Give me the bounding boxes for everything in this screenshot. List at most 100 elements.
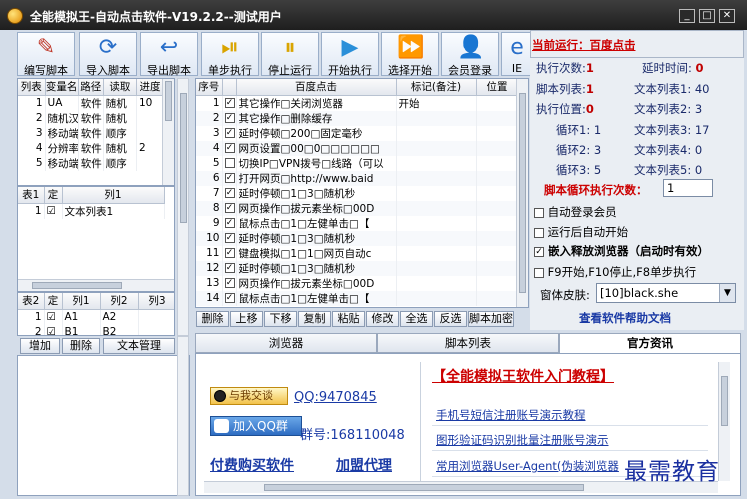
column-header[interactable]: 表2	[18, 293, 45, 310]
script-action-button-5[interactable]: 粘贴	[332, 311, 365, 327]
row-checkbox[interactable]: ✓	[222, 260, 237, 276]
script-action-button-1[interactable]: 删除	[196, 311, 229, 327]
column-header[interactable]: 标记(备注)	[396, 79, 477, 96]
column-header[interactable]: 列3	[138, 293, 174, 310]
join-qq-group-button[interactable]: 加入QQ群	[210, 416, 302, 436]
column-header[interactable]: 序号	[196, 79, 223, 96]
column-header[interactable]	[222, 79, 237, 96]
chevron-down-icon[interactable]: ▼	[719, 284, 735, 302]
column-header[interactable]: 列1	[62, 187, 165, 204]
script-action-button-2[interactable]: 上移	[230, 311, 263, 327]
script-row[interactable]: 6 ✓ 打开网页□http://www.baid	[196, 170, 519, 186]
script-row[interactable]: 14 ✓ 鼠标点击□1□左健单击□【	[196, 290, 519, 306]
list-vertical-scrollbar[interactable]	[162, 79, 174, 185]
toolbar-button-9[interactable]: e IE	[501, 32, 533, 76]
toolbar-button-5[interactable]: ⏸ 停止运行	[261, 32, 319, 77]
auto-start-checkbox[interactable]: 运行后自动开始	[534, 224, 628, 240]
embed-browser-checkbox[interactable]: ✓ 嵌入释放浏览器（启动时有效）	[534, 243, 709, 259]
table-row[interactable]: 2 ☑ B1 B2	[18, 324, 174, 335]
table-row[interactable]: 2随机汉字软件随机	[18, 110, 165, 126]
row-checkbox[interactable]: ✓	[222, 230, 237, 246]
bottom-splitter-scrollbar[interactable]	[177, 336, 189, 496]
script-row[interactable]: 11 ✓ 键盘模拟□1□1□网页自动c	[196, 245, 519, 261]
table-row[interactable]: 1 UA 软件 随机 10	[18, 95, 165, 111]
loop-count-input[interactable]: 1	[663, 179, 713, 197]
toolbar-button-1[interactable]: ✎ 编写脚本	[17, 32, 75, 77]
chat-with-me-button[interactable]: 与我交谈	[210, 387, 288, 405]
join-agent-link[interactable]: 加盟代理	[336, 455, 392, 475]
news-link-3[interactable]: 常用浏览器User-Agent(伪装浏览器	[436, 458, 619, 474]
row-checkbox[interactable]: ✓	[222, 110, 237, 126]
tab-3[interactable]: 官方资讯	[559, 333, 741, 353]
tutorial-headline-link[interactable]: 【全能模拟王软件入门教程】	[432, 366, 614, 386]
toolbar-button-3[interactable]: ↩ 导出脚本	[140, 32, 198, 77]
column-header[interactable]: 读取	[103, 79, 137, 96]
row-checkbox[interactable]	[222, 155, 237, 171]
tab-2[interactable]: 脚本列表	[377, 333, 559, 353]
column-header[interactable]: 位置	[476, 79, 519, 96]
column-header[interactable]: 列2	[100, 293, 139, 310]
skin-select[interactable]: [10]black.she ▼	[596, 283, 736, 303]
column-header[interactable]: 定	[44, 187, 63, 204]
script-row[interactable]: 4 ✓ 网页设置□00□0□□□□□□	[196, 140, 519, 156]
table-row[interactable]: 1 ☑ A1 A2	[18, 309, 174, 324]
row-checkbox[interactable]: ✓	[222, 290, 237, 306]
script-row[interactable]: 7 ✓ 延时停顿□1□3□随机秒	[196, 185, 519, 201]
table-row[interactable]: 4 分辨率 软件 随机 2	[18, 140, 165, 156]
close-icon[interactable]: ✕	[719, 9, 735, 23]
column-header[interactable]: 列表	[18, 79, 46, 96]
script-row[interactable]: 9 ✓ 鼠标点击□1□左健单击□【	[196, 215, 519, 231]
row-checkbox[interactable]: ✓	[222, 245, 237, 261]
left-button-3[interactable]: 文本管理	[103, 338, 175, 354]
table-row[interactable]: 3 移动端 软件 顺序	[18, 125, 165, 141]
minimize-icon[interactable]: _	[679, 9, 695, 23]
toolbar-button-8[interactable]: 👤 会员登录	[441, 32, 499, 77]
column-header[interactable]: 表1	[18, 187, 45, 204]
column-header[interactable]: 百度点击	[236, 79, 397, 96]
script-action-button-8[interactable]: 反选	[434, 311, 467, 327]
column-header[interactable]: 变量名	[45, 79, 79, 96]
script-row[interactable]: 5 切换IP□VPN拨号□线路（可以	[196, 155, 519, 171]
left-button-2[interactable]: 删除	[62, 338, 100, 354]
help-doc-link[interactable]: 查看软件帮助文档	[579, 310, 671, 326]
row-checkbox[interactable]: ✓	[222, 200, 237, 216]
column-header[interactable]: 定	[44, 293, 63, 310]
toolbar-button-7[interactable]: ⏩ 选择开始	[381, 32, 439, 77]
table-row[interactable]: 5 移动端 软件 顺序	[18, 155, 165, 171]
script-action-button-6[interactable]: 修改	[366, 311, 399, 327]
column-header[interactable]: 进度	[136, 79, 165, 96]
toolbar-button-2[interactable]: ⟳ 导入脚本	[79, 32, 137, 77]
script-row[interactable]: 10 ✓ 延时停顿□1□3□随机秒	[196, 230, 519, 246]
table1-horizontal-scrollbar[interactable]	[18, 279, 174, 291]
script-row[interactable]: 12 ✓ 延时停顿□1□3□随机秒	[196, 260, 519, 276]
maximize-icon[interactable]: □	[699, 9, 715, 23]
auto-login-checkbox[interactable]: 自动登录会员	[534, 204, 617, 220]
script-vertical-scrollbar[interactable]	[516, 79, 528, 307]
toolbar-button-6[interactable]: ▶ 开始执行	[321, 32, 379, 77]
tab-1[interactable]: 浏览器	[195, 333, 377, 353]
row-checkbox[interactable]: ✓	[222, 215, 237, 231]
row-checkbox[interactable]: ✓	[222, 185, 237, 201]
script-action-button-9[interactable]: 脚本加密	[468, 311, 514, 327]
toolbar-button-4[interactable]: ⏯ 单步执行	[201, 32, 259, 77]
script-row[interactable]: 13 ✓ 网页操作□拔元素坐标□00D	[196, 275, 519, 291]
log-memo[interactable]	[17, 355, 190, 496]
table-row[interactable]: 1 ☑ 文本列表1	[18, 203, 165, 219]
left-splitter-scrollbar[interactable]	[177, 78, 189, 336]
row-checkbox[interactable]: ✓	[222, 140, 237, 156]
column-header[interactable]: 路径	[78, 79, 104, 96]
row-checkbox[interactable]: ✓	[222, 95, 237, 111]
row-checkbox[interactable]: ✓	[222, 275, 237, 291]
script-action-button-7[interactable]: 全选	[400, 311, 433, 327]
hotkey-checkbox[interactable]: F9开始,F10停止,F8单步执行	[534, 264, 696, 280]
row-checkbox[interactable]: ✓	[222, 125, 237, 141]
script-action-button-4[interactable]: 复制	[298, 311, 331, 327]
row-checkbox[interactable]: ✓	[222, 170, 237, 186]
news-link-2[interactable]: 图形验证码识别批量注册账号演示	[436, 432, 609, 448]
buy-software-link[interactable]: 付费购买软件	[210, 455, 294, 475]
news-link-1[interactable]: 手机号短信注册账号演示教程	[436, 407, 586, 423]
script-row[interactable]: 8 ✓ 网页操作□拔元素坐标□00D	[196, 200, 519, 216]
qq-number-link[interactable]: QQ:9470845	[294, 390, 377, 405]
script-action-button-3[interactable]: 下移	[264, 311, 297, 327]
script-row[interactable]: 3 ✓ 延时停顿□200□固定毫秒	[196, 125, 519, 141]
